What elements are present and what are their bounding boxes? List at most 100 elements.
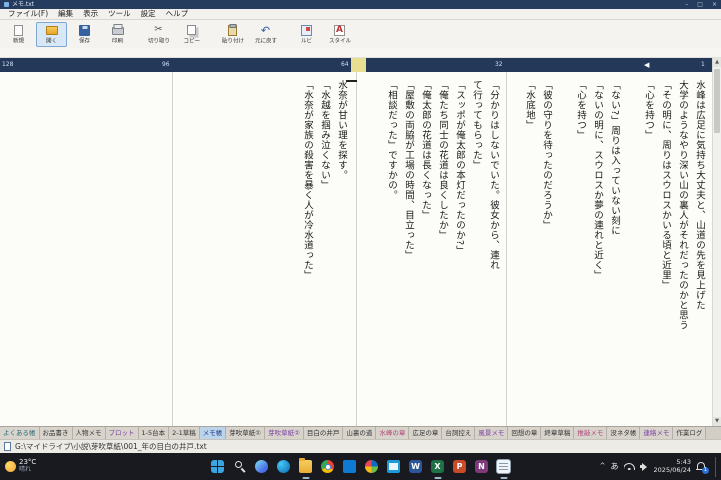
notification-bell[interactable]: 1 xyxy=(696,461,709,474)
file-tab[interactable]: 回想の章 xyxy=(508,427,542,439)
word-icon[interactable]: W xyxy=(406,455,425,479)
menu-item[interactable]: 設定 xyxy=(136,9,161,19)
minimize-button[interactable]: – xyxy=(685,0,688,9)
text-line xyxy=(623,80,640,420)
text-line: 「彼の守りを待ったのだろうか」 xyxy=(541,80,552,230)
menu-item[interactable]: 表示 xyxy=(78,9,103,19)
new-document-icon xyxy=(14,24,23,36)
text-line: 大学のようなやり深い山の裏人がそれだったのかと思う xyxy=(677,80,688,330)
page-separator xyxy=(356,72,357,426)
text-line: 「その明に、周りはスウロスかいる頃と近里」 xyxy=(660,80,671,290)
text-editor-icon[interactable] xyxy=(494,455,513,479)
text-line xyxy=(555,80,572,420)
toolbar: 新規 開く 保存 印刷 ✂ 切り取り コピー 貼り付け ↶ 元に戻す ルビ A … xyxy=(0,20,721,48)
toolbar-button[interactable]: 印刷 xyxy=(102,22,133,47)
copilot-icon[interactable] xyxy=(252,455,271,479)
tray-chevron-icon[interactable]: ^ xyxy=(600,463,606,470)
start-icon[interactable] xyxy=(208,455,227,479)
file-tab[interactable]: プロット xyxy=(105,427,139,439)
file-tab[interactable]: 風景メモ xyxy=(475,427,509,439)
text-line: て行ってもらった」 xyxy=(471,80,482,170)
toolbar-button[interactable]: 貼り付け xyxy=(217,22,248,47)
toolbar-button-label: 貼り付け xyxy=(221,37,244,44)
toolbar-button[interactable]: 元に戻す xyxy=(250,22,281,47)
toolbar-button[interactable]: スタイル xyxy=(324,22,355,47)
file-tab[interactable]: メモ帳 xyxy=(199,427,227,439)
show-desktop-button[interactable] xyxy=(715,456,718,477)
toolbar-button[interactable]: 保存 xyxy=(69,22,100,47)
toolbar-button[interactable]: 開く xyxy=(36,21,67,47)
ime-indicator[interactable]: あ xyxy=(611,462,619,471)
store-icon[interactable] xyxy=(340,455,359,479)
clock[interactable]: 5:43 2025/06/24 xyxy=(653,458,691,475)
mail-icon[interactable] xyxy=(384,455,403,479)
menu-item[interactable]: ツール xyxy=(103,9,136,19)
ruler-line-number: 64 xyxy=(341,61,349,68)
toolbar-button-label: 印刷 xyxy=(111,37,124,44)
excel-icon[interactable]: X xyxy=(428,455,447,479)
file-tab[interactable]: 作業ログ xyxy=(673,427,707,439)
text-line: 「俺太郎の花道は長くなった」 xyxy=(420,80,431,220)
explorer-icon[interactable] xyxy=(296,455,315,479)
edge-icon[interactable] xyxy=(274,455,293,479)
scroll-up-arrow-icon[interactable]: ▲ xyxy=(713,58,721,67)
scroll-thumb[interactable] xyxy=(714,69,720,133)
photos-icon[interactable] xyxy=(362,455,381,479)
toolbar-button-label: 開く xyxy=(45,37,58,44)
wifi-icon[interactable] xyxy=(624,463,635,470)
file-tab[interactable]: 芽吹草紙② xyxy=(265,427,304,439)
clock-date: 2025/06/24 xyxy=(653,465,691,474)
toolbar-button[interactable]: 新規 xyxy=(3,22,34,47)
search-icon[interactable] xyxy=(230,455,249,479)
file-tab[interactable]: よくある帳 xyxy=(0,427,40,439)
running-indicator xyxy=(302,476,309,479)
volume-icon[interactable] xyxy=(639,462,649,471)
screen: メモ.txt – □ × ファイル(F) 編集 表示 ツール 設定 ヘルプ 新規… xyxy=(0,0,721,480)
file-tab[interactable]: 台詞控え xyxy=(442,427,476,439)
file-tab[interactable]: 水峰の章 xyxy=(376,427,410,439)
file-path: G:\マイドライブ\小説\芽吹草紙\001_年の目白の井戸.txt xyxy=(15,442,207,451)
toolbar-button-label: 新規 xyxy=(12,37,25,44)
file-tab[interactable]: 目白の井戸 xyxy=(303,427,344,439)
close-button[interactable]: × xyxy=(712,0,717,9)
open-folder-icon xyxy=(45,25,58,35)
file-tab[interactable]: 推敲メモ xyxy=(574,427,608,439)
cut-icon xyxy=(154,25,162,35)
menu-item[interactable]: ヘルプ xyxy=(161,9,194,19)
menubar: ファイル(F) 編集 表示 ツール 設定 ヘルプ xyxy=(0,9,721,20)
text-line: 「水底地」 xyxy=(524,80,535,130)
onenote-icon[interactable]: N xyxy=(472,455,491,479)
document-icon xyxy=(4,442,11,451)
weather-icon xyxy=(5,461,16,472)
file-tab[interactable]: お品書き xyxy=(39,427,73,439)
file-tab[interactable]: 山裏の道 xyxy=(343,427,377,439)
file-tab[interactable]: 1-5台本 xyxy=(138,427,170,439)
menu-item[interactable]: ファイル(F) xyxy=(3,9,53,19)
weather-widget[interactable]: 23°C 晴れ xyxy=(5,453,36,480)
text-line: 「水越を掴み泣くない」 xyxy=(319,80,330,190)
file-tab[interactable]: 人物メモ xyxy=(72,427,106,439)
text-line: 「相談だった」ですかの。 xyxy=(386,80,397,200)
file-tab[interactable]: 連絡メモ xyxy=(640,427,674,439)
powerpoint-icon[interactable]: P xyxy=(450,455,469,479)
scroll-down-arrow-icon[interactable]: ▼ xyxy=(713,417,721,426)
file-tab[interactable]: 芽吹草紙① xyxy=(226,427,266,439)
file-tab[interactable]: 2-1草稿 xyxy=(169,427,200,439)
menu-item[interactable]: 編集 xyxy=(53,9,78,19)
ruler-line-number: 128 xyxy=(2,61,14,68)
file-tab[interactable]: 終章草稿 xyxy=(541,427,575,439)
ruler-line-number: 1 xyxy=(701,61,705,68)
toolbar-button[interactable]: 切り取り xyxy=(143,22,174,47)
document-area[interactable]: 水峰は広足に気持ち大丈夫と、山道の先を見上げた 大学のようなやり深い山の裏人がそれ… xyxy=(0,72,712,426)
toolbar-button[interactable]: ルビ xyxy=(291,22,322,47)
running-indicator xyxy=(500,476,507,479)
line-number-ruler[interactable]: 1 32 64 96 128 ◀ xyxy=(0,58,712,72)
vertical-scrollbar[interactable]: ▲ ▼ xyxy=(712,58,721,426)
maximize-button[interactable]: □ xyxy=(697,0,703,9)
chrome-icon[interactable] xyxy=(318,455,337,479)
file-tab[interactable]: 没ネタ帳 xyxy=(607,427,641,439)
toolbar-button[interactable]: コピー xyxy=(176,22,207,47)
taskbar: 23°C 晴れ W X P N ^ あ 5:43 2025/06/24 1 xyxy=(0,453,721,480)
file-tab[interactable]: 広足の章 xyxy=(409,427,443,439)
toolbar-button-label: スタイル xyxy=(328,37,351,44)
